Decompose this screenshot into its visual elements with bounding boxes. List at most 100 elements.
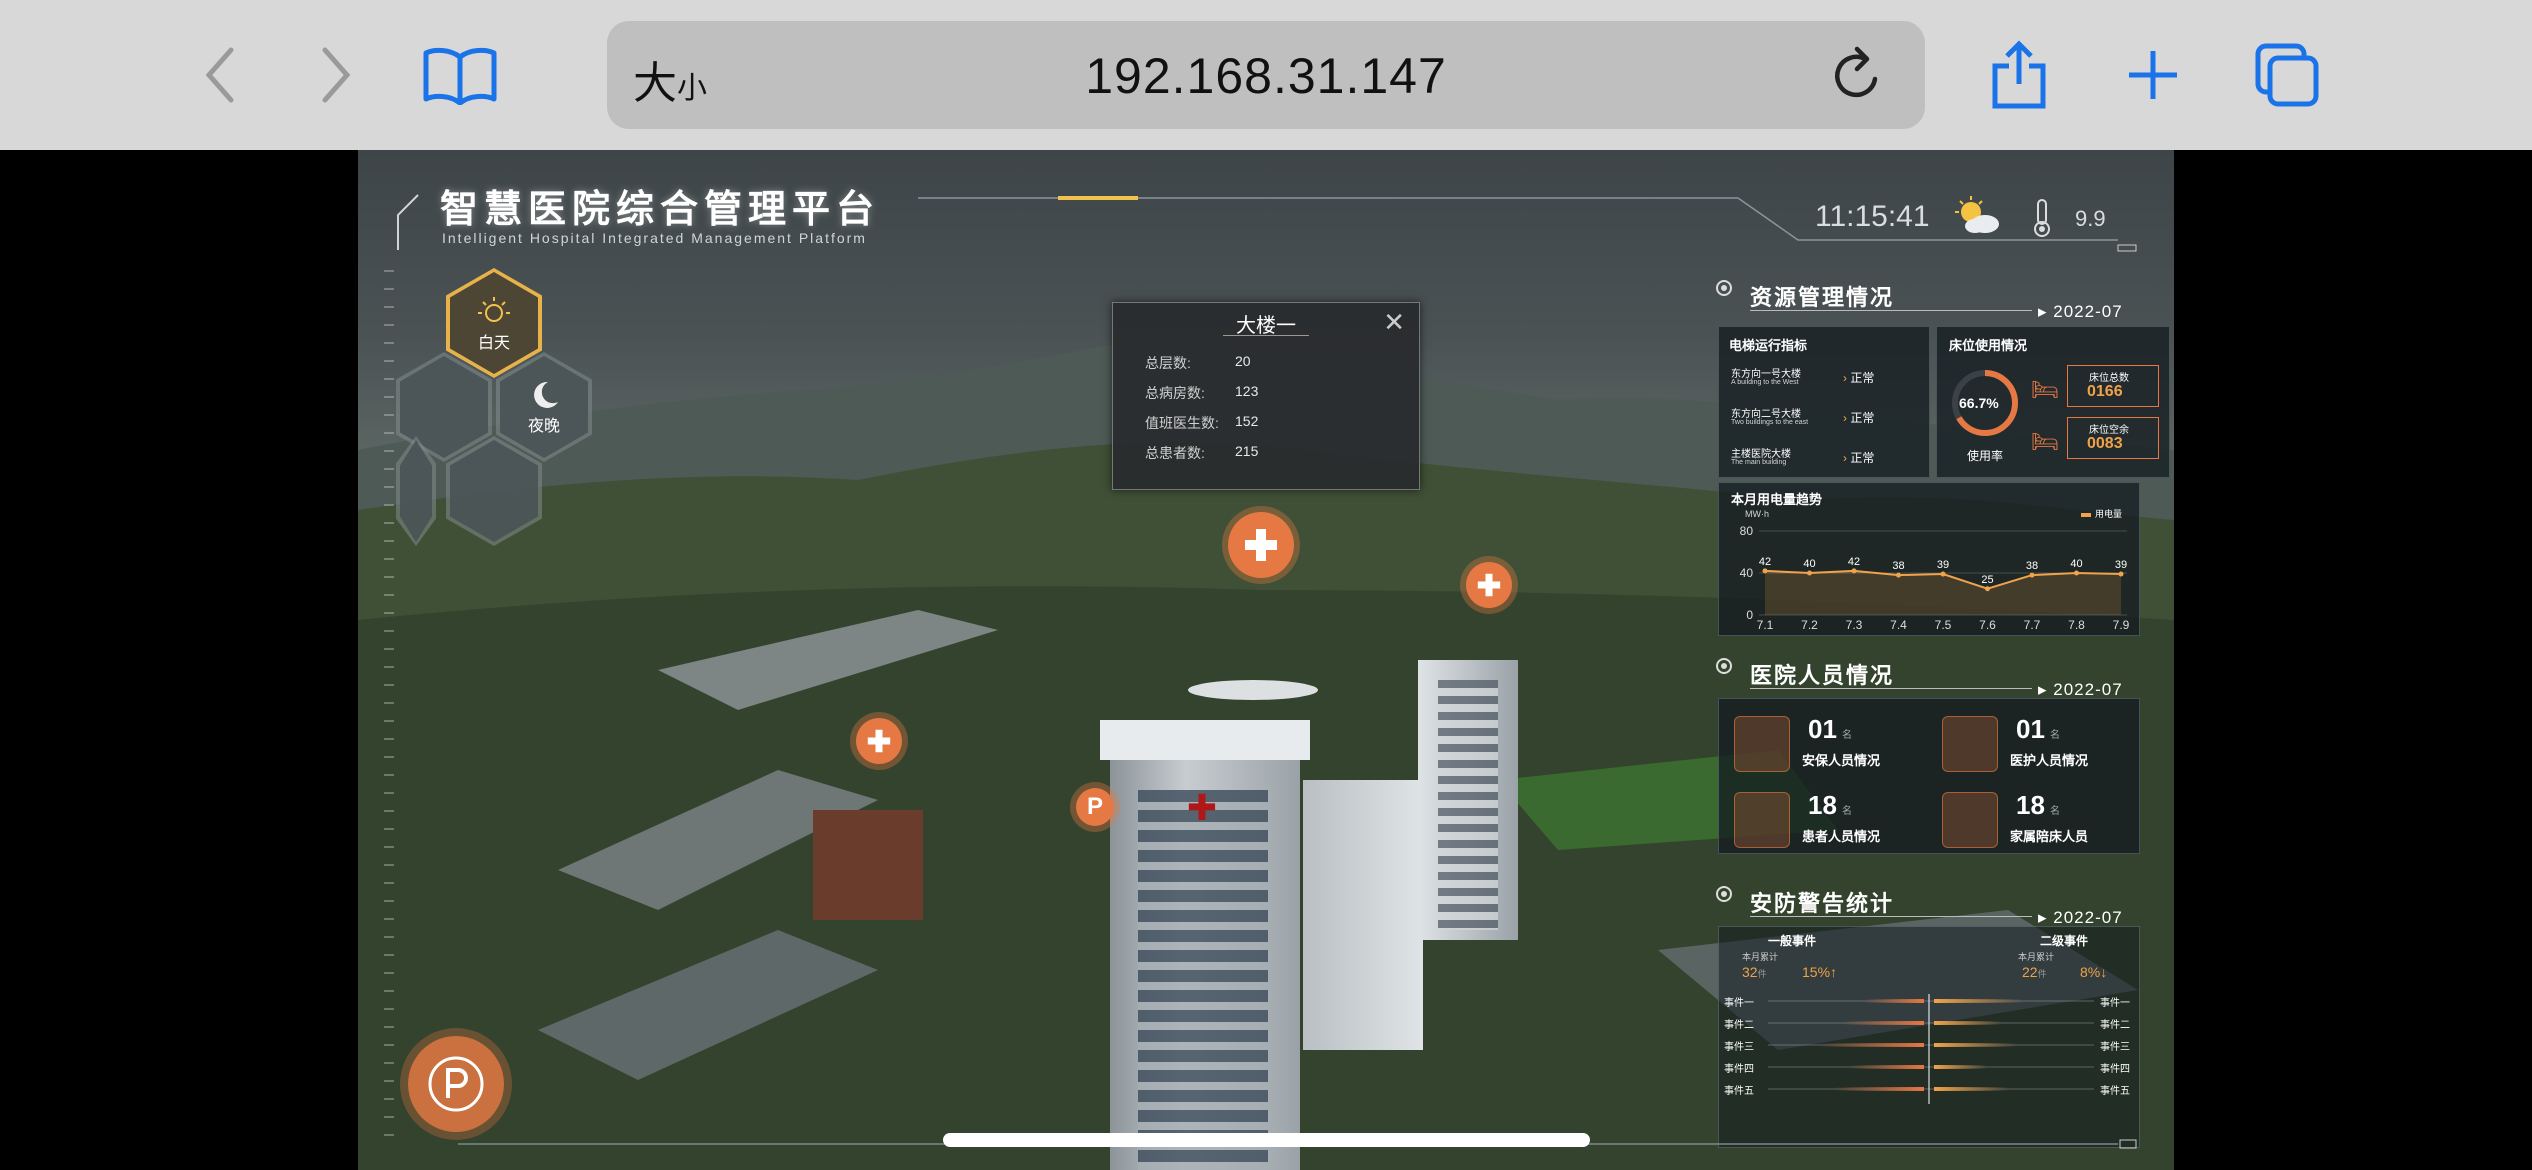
popup-row: 总层数: 20 <box>1145 353 1251 371</box>
data-point <box>2118 571 2124 577</box>
event-track <box>1768 1044 2094 1046</box>
staff-count: 18 <box>2016 790 2045 820</box>
bookmarks-icon[interactable] <box>420 40 500 110</box>
data-label: 40 <box>2070 558 2082 570</box>
new-tab-icon[interactable] <box>2118 40 2188 110</box>
event-label-right: 事件五 <box>2100 1086 2130 1097</box>
event-label-right: 事件四 <box>2100 1064 2130 1075</box>
hospital-marker[interactable] <box>1466 562 1512 608</box>
data-label: 40 <box>1803 558 1815 570</box>
resources-date: ▸ 2022-07 <box>2038 302 2123 321</box>
medical-cross-icon <box>1477 573 1501 597</box>
power-line-chart: 0 40 80 7.1 7.2 7.3 7.4 7.5 7.6 7.7 7.8 7.9 42 40 42 38… <box>1740 524 2130 632</box>
power-chart-panel: 本月用电量趋势 MW·h 用电量 0 40 80 7.1 7.2 7.3 7.4 7.5 7.6… <box>1718 482 2140 636</box>
building-info-popup: 大楼一 ✕ 总层数: 20 总病房数: 123 值班医生数: 152 总患者数: 215 <box>1112 302 1420 490</box>
event-bar-left <box>1864 999 1924 1003</box>
url-text[interactable]: 192.168.31.147 <box>607 47 1925 105</box>
back-icon[interactable] <box>186 40 256 110</box>
elevator-panel: 电梯运行指标 东方向一号大楼 A building to the West › … <box>1718 326 1930 478</box>
parking-button[interactable] <box>408 1036 504 1132</box>
main-building-windows <box>1138 790 1268 1170</box>
main-building-top <box>1100 720 1310 760</box>
event-label-left: 事件一 <box>1724 998 1754 1009</box>
staff-card[interactable]: 01 名 安保人员情况 <box>1728 710 1924 778</box>
address-bar[interactable]: 大小 192.168.31.147 <box>607 21 1925 129</box>
elevator-name-en: A building to the West <box>1731 379 1799 386</box>
x-tick-label: 7.4 <box>1890 618 1907 632</box>
data-point <box>1940 571 1946 577</box>
hospital-cross-icon: ✚ <box>1186 787 1218 828</box>
event-bar-right <box>1934 1021 2002 1025</box>
staff-label: 家属陪床人员 <box>2010 829 2089 844</box>
browser-toolbar: 大小 192.168.31.147 <box>0 0 2532 150</box>
event-label-right: 事件二 <box>2100 1020 2130 1031</box>
event-bar-left <box>1841 1021 1924 1025</box>
event-bar-left <box>1834 1087 1924 1091</box>
event-track <box>1768 1066 2094 1068</box>
event-bar-left <box>1849 1065 1924 1069</box>
data-label: 38 <box>1892 560 1904 572</box>
patient-icon <box>1734 792 1790 848</box>
bed-icon: 🛏 <box>2031 429 2059 454</box>
level1-label: 一般事件 <box>1768 934 1817 948</box>
tabs-icon[interactable] <box>2252 40 2322 110</box>
x-tick-label: 7.7 <box>2024 618 2041 632</box>
security-heading: 安防警告统计 <box>1750 891 1895 916</box>
data-point <box>1896 572 1901 578</box>
medical-cross-icon <box>867 729 891 753</box>
helipad <box>1188 680 1318 700</box>
data-label: 42 <box>1848 556 1860 568</box>
data-label: 25 <box>1981 574 1993 586</box>
section-bullet-icon <box>1716 886 1732 902</box>
y-tick-label: 40 <box>1740 566 1754 580</box>
bed-usage-panel: 床位使用情况 66.7% 使用率 🛏 床位总数 0166 🛏 床位空余 0083 <box>1936 326 2170 478</box>
bed-total-label: 床位总数 <box>2089 373 2129 384</box>
tall-building-right-windows <box>1438 680 1498 930</box>
resources-heading: 资源管理情况 <box>1750 285 1895 310</box>
hospital-marker[interactable] <box>1228 512 1294 578</box>
left-ruler <box>384 270 394 1150</box>
section-rule <box>1750 916 2032 917</box>
series-area <box>1765 570 2121 615</box>
section-bullet-icon <box>1716 658 1732 674</box>
close-icon[interactable]: ✕ <box>1383 307 1405 338</box>
family-icon <box>1942 792 1998 848</box>
forward-icon[interactable] <box>300 40 370 110</box>
event-label-left: 事件三 <box>1724 1042 1754 1053</box>
usage-label: 使用率 <box>1967 449 2004 463</box>
home-indicator[interactable] <box>943 1133 1590 1147</box>
data-point <box>2074 570 2079 576</box>
staff-label: 安保人员情况 <box>1802 753 1881 768</box>
popup-row: 总患者数: 215 <box>1145 443 1259 461</box>
level2-pct: 8%↓ <box>2080 964 2108 980</box>
medical-staff-icon <box>1942 716 1998 772</box>
level1-pct: 15%↑ <box>1802 964 1838 980</box>
elevator-status: › 正常 <box>1843 371 1875 385</box>
security-date: ▸ 2022-07 <box>2038 908 2123 927</box>
parking-marker[interactable]: P <box>1076 788 1114 826</box>
elevator-name-en: The main building <box>1731 459 1787 466</box>
elevator-status: › 正常 <box>1843 411 1875 425</box>
side-building[interactable] <box>1303 780 1423 1050</box>
data-label: 38 <box>2026 560 2038 572</box>
section-bullet-icon <box>1716 280 1732 296</box>
staff-card[interactable]: 01 名 医护人员情况 <box>1936 710 2132 778</box>
event-track <box>1768 1022 2094 1024</box>
bed-icon: 🛏 <box>2031 377 2059 402</box>
hospital-marker[interactable] <box>856 718 902 764</box>
staff-card[interactable]: 18 名 家属陪床人员 <box>1936 786 2132 854</box>
staff-card[interactable]: 18 名 患者人员情况 <box>1728 786 1924 854</box>
elevator-title: 电梯运行指标 <box>1729 338 1808 353</box>
elevator-name: 东方向二号大楼 <box>1731 409 1801 420</box>
event-label-right: 事件一 <box>2100 998 2130 1009</box>
weather-icon <box>1953 194 2003 243</box>
bed-free-value: 0083 <box>2087 435 2123 452</box>
staff-count: 01 <box>1808 714 1837 744</box>
elevator-name-en: Two buildings to the east <box>1731 419 1809 426</box>
brick-building[interactable] <box>813 810 923 920</box>
reload-icon[interactable] <box>1829 45 1885 110</box>
page-viewport: ✚ 智慧医院综合管理平台 Intelligent Hospital Integr… <box>358 150 2174 1170</box>
staff-label: 患者人员情况 <box>1802 829 1881 844</box>
share-icon[interactable] <box>1984 40 2054 110</box>
data-point <box>1985 586 1990 592</box>
